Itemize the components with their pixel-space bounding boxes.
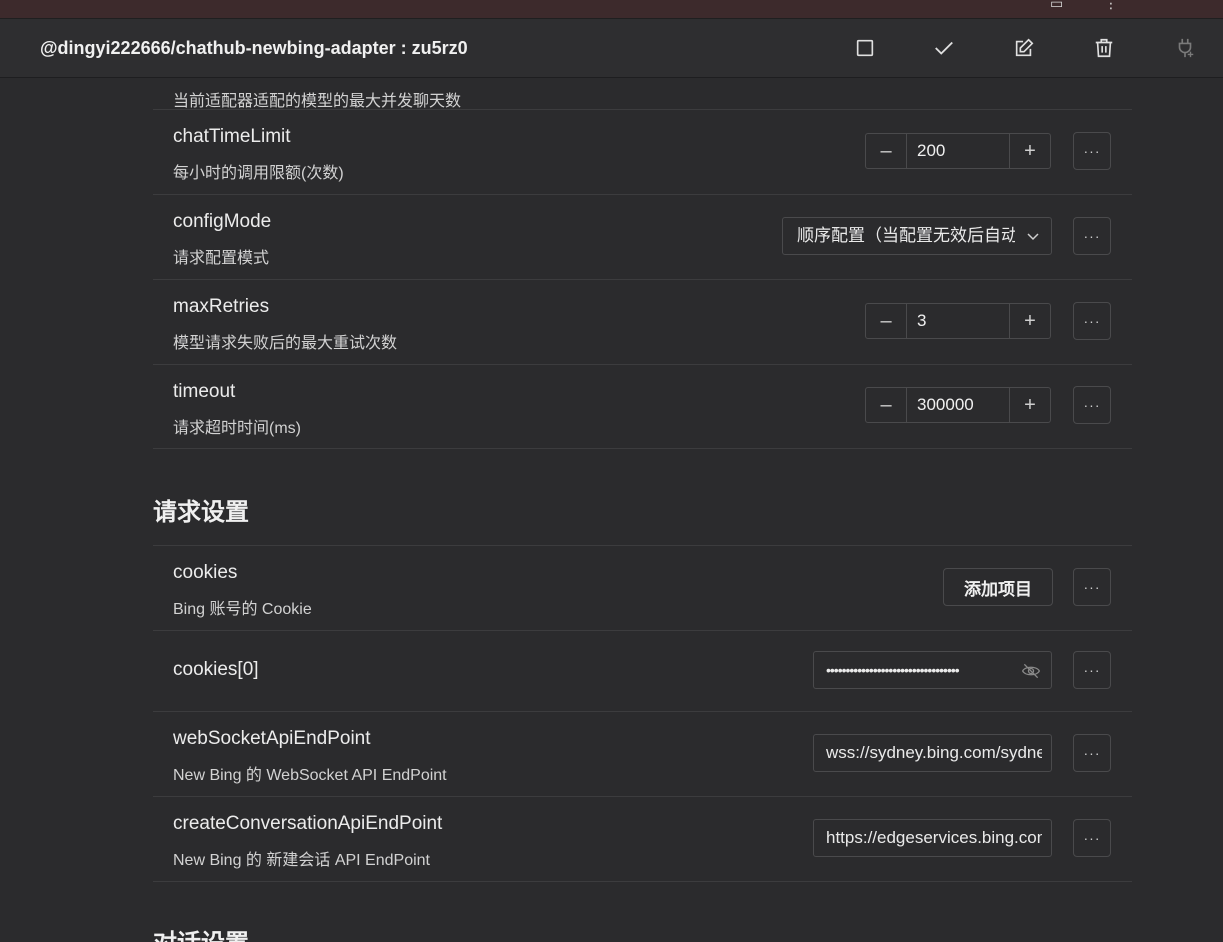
more-options-button[interactable]: ··· xyxy=(1073,302,1111,340)
more-options-button[interactable]: ··· xyxy=(1073,651,1111,689)
section-title-conversation-settings: 对话设置 xyxy=(153,923,249,942)
more-options-button[interactable]: ··· xyxy=(1073,386,1111,424)
more-options-button[interactable]: ··· xyxy=(1073,568,1111,606)
setting-row-chattimelimit: chatTimeLimit 每小时的调用限额(次数) – 200 + ··· xyxy=(153,110,1132,195)
decrement-button[interactable]: – xyxy=(866,134,907,168)
setting-name: cookies[0] xyxy=(173,659,259,680)
increment-button[interactable]: + xyxy=(1009,134,1050,168)
plug-icon xyxy=(1170,33,1200,63)
section-title-request-settings: 请求设置 xyxy=(153,499,249,526)
cookie-password-input[interactable]: •••••••••••••••••••••••••••••••••• xyxy=(813,651,1052,689)
config-mode-select[interactable]: 顺序配置（当配置无效后自动切换） xyxy=(782,217,1052,255)
setting-description: 请求超时时间(ms) xyxy=(173,420,301,437)
more-options-button[interactable]: ··· xyxy=(1073,734,1111,772)
input-value: wss://sydney.bing.com/sydney/ChatHub xyxy=(826,743,1042,762)
window-icon[interactable]: ▭ xyxy=(1050,0,1063,10)
plugin-header: @dingyi222666/chathub-newbing-adapter : … xyxy=(0,19,1223,78)
setting-description: New Bing 的 新建会话 API EndPoint xyxy=(173,852,430,869)
setting-row-conversation-endpoint: createConversationApiEndPoint New Bing 的… xyxy=(153,797,1132,882)
setting-row-timeout: timeout 请求超时时间(ms) – 300000 + ··· xyxy=(153,365,1132,449)
setting-description: Bing 账号的 Cookie xyxy=(173,601,312,618)
increment-button[interactable]: + xyxy=(1009,304,1050,338)
setting-row-cookie-0: cookies[0] •••••••••••••••••••••••••••••… xyxy=(153,631,1132,712)
setting-description: New Bing 的 WebSocket API EndPoint xyxy=(173,767,447,784)
number-stepper: – 300000 + xyxy=(865,387,1051,423)
more-options-button[interactable]: ··· xyxy=(1073,819,1111,857)
settings-content: 当前适配器适配的模型的最大并发聊天数 ··· chatTimeLimit 每小时… xyxy=(0,78,1223,942)
decrement-button[interactable]: – xyxy=(866,388,907,422)
plugin-title: @dingyi222666/chathub-newbing-adapter : … xyxy=(40,38,468,58)
setting-row-maxconcurrent: 当前适配器适配的模型的最大并发聊天数 ··· xyxy=(153,78,1132,110)
setting-name: maxRetries xyxy=(173,296,270,317)
eye-off-icon[interactable] xyxy=(1021,661,1041,681)
setting-row-configmode: configMode 请求配置模式 顺序配置（当配置无效后自动切换） ··· xyxy=(153,195,1132,280)
setting-description: 当前适配器适配的模型的最大并发聊天数 xyxy=(173,93,462,110)
setting-row-maxretries: maxRetries 模型请求失败后的最大重试次数 – 3 + ··· xyxy=(153,280,1132,365)
number-input[interactable]: 200 xyxy=(917,134,945,168)
setting-description: 模型请求失败后的最大重试次数 xyxy=(173,335,398,352)
square-icon[interactable] xyxy=(850,33,880,63)
setting-row-cookies: cookies Bing 账号的 Cookie 添加项目 ··· xyxy=(153,546,1132,631)
check-icon[interactable] xyxy=(929,33,959,63)
decrement-button[interactable]: – xyxy=(866,304,907,338)
number-stepper: – 3 + xyxy=(865,303,1051,339)
conversation-endpoint-input[interactable]: https://edgeservices.bing.com/edgesvc/tu… xyxy=(813,819,1052,857)
number-stepper: – 200 + xyxy=(865,133,1051,169)
input-value: https://edgeservices.bing.com/edgesvc/tu… xyxy=(826,828,1042,847)
more-options-button[interactable]: ··· xyxy=(1073,132,1111,170)
increment-button[interactable]: + xyxy=(1009,388,1050,422)
number-input[interactable]: 3 xyxy=(917,304,926,338)
websocket-endpoint-input[interactable]: wss://sydney.bing.com/sydney/ChatHub xyxy=(813,734,1052,772)
setting-description: 每小时的调用限额(次数) xyxy=(173,165,344,182)
setting-name: webSocketApiEndPoint xyxy=(173,728,371,749)
setting-name: createConversationApiEndPoint xyxy=(173,813,443,834)
setting-name: configMode xyxy=(173,211,272,232)
chevron-down-icon xyxy=(1027,233,1039,241)
setting-name: chatTimeLimit xyxy=(173,126,291,147)
number-input[interactable]: 300000 xyxy=(917,388,974,422)
trash-icon[interactable] xyxy=(1089,33,1119,63)
setting-description: 请求配置模式 xyxy=(173,250,270,267)
masked-value: •••••••••••••••••••••••••••••••••• xyxy=(826,662,960,678)
setting-name: cookies xyxy=(173,562,238,583)
setting-row-websocket-endpoint: webSocketApiEndPoint New Bing 的 WebSocke… xyxy=(153,712,1132,797)
setting-name: timeout xyxy=(173,381,236,402)
more-vertical-icon[interactable]: ⋮ xyxy=(1104,0,1118,10)
select-value: 顺序配置（当配置无效后自动切换） xyxy=(797,226,1015,245)
edit-icon[interactable] xyxy=(1009,33,1039,63)
window-top-strip: ▭ ⋮ xyxy=(0,0,1223,19)
add-item-button[interactable]: 添加项目 xyxy=(943,568,1053,606)
more-options-button[interactable]: ··· xyxy=(1073,217,1111,255)
